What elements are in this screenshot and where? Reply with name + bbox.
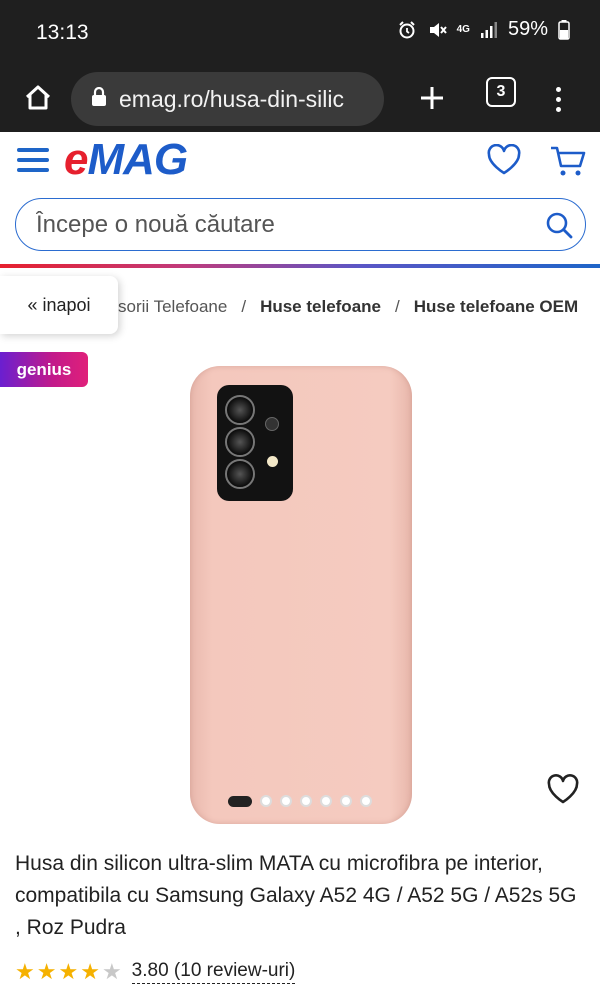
phone-case-image — [190, 366, 412, 824]
search-input[interactable] — [36, 210, 516, 239]
hamburger-menu-icon[interactable] — [17, 148, 49, 172]
battery-text: 59% — [507, 18, 548, 40]
url-text: emag.ro/husa-din-silic — [119, 85, 344, 112]
product-rating[interactable]: ★ ★ ★ ★ ★ 3.80 (10 review-uri) — [15, 960, 296, 984]
status-icons: 4G 59% — [397, 18, 570, 41]
wishlist-button[interactable] — [486, 143, 522, 176]
star-full-icon: ★ — [36, 959, 57, 984]
breadcrumb-item-huse-oem[interactable]: Huse telefoane OEM — [414, 297, 578, 317]
star-empty-icon: ★ — [101, 959, 122, 984]
genius-badge: genius — [0, 352, 88, 387]
menu-dot — [555, 86, 561, 92]
home-button[interactable] — [18, 76, 58, 120]
search-bar[interactable] — [15, 198, 586, 251]
gallery-dot[interactable] — [320, 795, 332, 807]
heart-icon — [487, 143, 521, 175]
product-title: Husa din silicon ultra-slim MATA cu micr… — [15, 852, 577, 939]
plus-icon — [421, 87, 443, 109]
camera-module — [217, 385, 293, 501]
status-time: 13:13 — [36, 21, 89, 44]
signal-icon — [480, 21, 498, 39]
gallery-dot[interactable] — [280, 795, 292, 807]
alarm-icon — [397, 20, 417, 40]
heart-icon — [547, 774, 579, 804]
status-bar: 13:13 4G 59% — [0, 0, 600, 66]
logo-e: e — [64, 135, 89, 184]
emag-logo[interactable]: eMAG — [64, 135, 188, 184]
home-icon — [25, 85, 51, 110]
star-full-icon: ★ — [58, 959, 79, 984]
rating-stars: ★ ★ ★ ★ ★ — [15, 961, 122, 983]
back-button[interactable]: « inapoi — [0, 276, 118, 334]
gallery-dot[interactable] — [260, 795, 272, 807]
cart-icon — [551, 146, 586, 176]
breadcrumb-separator: / — [395, 297, 400, 316]
add-to-favorites-button[interactable] — [546, 774, 580, 806]
star-full-icon: ★ — [15, 959, 35, 984]
logo-mag: MAG — [87, 135, 188, 184]
menu-dot — [555, 106, 561, 112]
lock-icon — [91, 86, 107, 112]
menu-dot — [555, 96, 561, 102]
rating-text[interactable]: 3.80 (10 review-uri) — [131, 960, 296, 984]
star-full-icon: ★ — [80, 959, 100, 984]
gallery-dot[interactable] — [360, 795, 372, 807]
address-bar[interactable]: emag.ro/husa-din-silic — [71, 72, 384, 126]
new-tab-button[interactable] — [412, 74, 452, 122]
gallery-dot[interactable] — [340, 795, 352, 807]
breadcrumb-separator: / — [241, 297, 247, 316]
gallery-dot[interactable] — [300, 795, 312, 807]
gallery-dot-active[interactable] — [228, 795, 252, 807]
browser-menu-button[interactable] — [546, 76, 570, 122]
cart-button[interactable] — [549, 144, 587, 178]
header-divider — [0, 264, 600, 268]
site-header: eMAG — [0, 132, 600, 268]
breadcrumb-item-huse-telefoane[interactable]: Huse telefoane — [260, 297, 381, 317]
mute-icon — [427, 20, 447, 40]
tab-switcher-button[interactable]: 3 — [486, 77, 516, 107]
battery-icon — [558, 19, 570, 40]
breadcrumb-item-accesorii[interactable]: sorii Telefoane — [118, 297, 227, 317]
gallery-pagination — [228, 795, 372, 807]
search-icon[interactable] — [545, 211, 573, 244]
network-label: 4G — [456, 23, 470, 35]
product-image[interactable] — [190, 366, 412, 824]
